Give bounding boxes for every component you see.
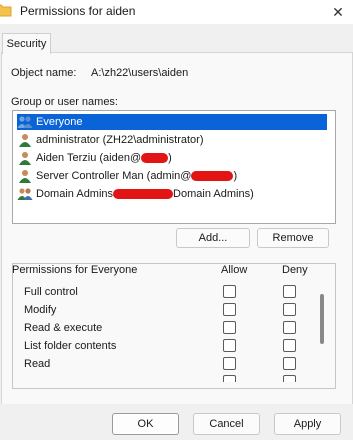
user-name-suffix: Domain Admins) [173, 188, 254, 200]
user-name-prefix: Aiden Terziu (aiden@ [36, 152, 142, 164]
group-icon [17, 116, 33, 128]
user-icon [19, 152, 31, 165]
permission-name: Read [24, 358, 51, 370]
redaction-mark [191, 171, 234, 181]
add-button[interactable]: Add... [176, 228, 250, 248]
allow-checkbox[interactable] [223, 357, 236, 370]
user-icon [19, 170, 31, 183]
deny-checkbox[interactable] [283, 303, 296, 316]
permission-name: List folder contents [24, 340, 117, 352]
close-icon: ✕ [332, 3, 344, 20]
list-item[interactable]: Aiden Terziu (aiden@) [17, 150, 172, 166]
list-item[interactable]: Server Controller Man (admin@) [17, 168, 237, 184]
user-name: administrator (ZH22\administrator) [36, 134, 204, 146]
close-button[interactable]: ✕ [323, 0, 353, 24]
list-item[interactable]: Everyone [17, 114, 327, 130]
user-name-suffix: ) [233, 170, 238, 182]
list-item[interactable]: administrator (ZH22\administrator) [17, 132, 204, 148]
user-icon [19, 134, 31, 147]
deny-checkbox[interactable] [283, 321, 296, 334]
deny-checkbox[interactable] [283, 339, 296, 352]
user-name-prefix: Domain Admins [36, 188, 114, 200]
allow-checkbox[interactable] [223, 375, 236, 382]
user-name: Everyone [36, 116, 83, 128]
permissions-header: Permissions for Everyone [12, 264, 138, 276]
group-user-names-label: Group or user names: [11, 96, 118, 108]
permission-name: Full control [24, 286, 78, 298]
window-title: Permissions for aiden [20, 4, 136, 18]
permission-name: Modify [24, 304, 57, 316]
deny-column-header: Deny [282, 264, 308, 276]
remove-button[interactable]: Remove [257, 228, 329, 248]
user-name-suffix: ) [168, 152, 172, 164]
ok-button[interactable]: OK [112, 413, 179, 435]
allow-checkbox[interactable] [223, 339, 236, 352]
tab-security[interactable]: Security [2, 33, 51, 54]
allow-column-header: Allow [221, 264, 248, 276]
redaction-mark [113, 189, 174, 199]
deny-checkbox[interactable] [283, 375, 296, 382]
object-name-value: A:\zh22\users\aiden [91, 67, 189, 79]
list-item[interactable]: Domain Admins Domain Admins) [17, 186, 254, 202]
allow-checkbox[interactable] [223, 285, 236, 298]
user-name-prefix: Server Controller Man (admin@ [36, 170, 192, 182]
allow-checkbox[interactable] [223, 303, 236, 316]
permissions-scrollbar[interactable] [320, 294, 324, 344]
deny-checkbox[interactable] [283, 285, 296, 298]
user-list[interactable]: Everyone administrator (ZH22\administrat… [12, 110, 336, 224]
apply-button[interactable]: Apply [274, 413, 341, 435]
cancel-button[interactable]: Cancel [193, 413, 260, 435]
folder-icon [0, 3, 12, 17]
redaction-mark [141, 153, 169, 163]
object-name-label: Object name: [11, 67, 77, 79]
permission-name: Read & execute [24, 322, 103, 334]
group-icon [17, 188, 33, 200]
allow-checkbox[interactable] [223, 321, 236, 334]
deny-checkbox[interactable] [283, 357, 296, 370]
